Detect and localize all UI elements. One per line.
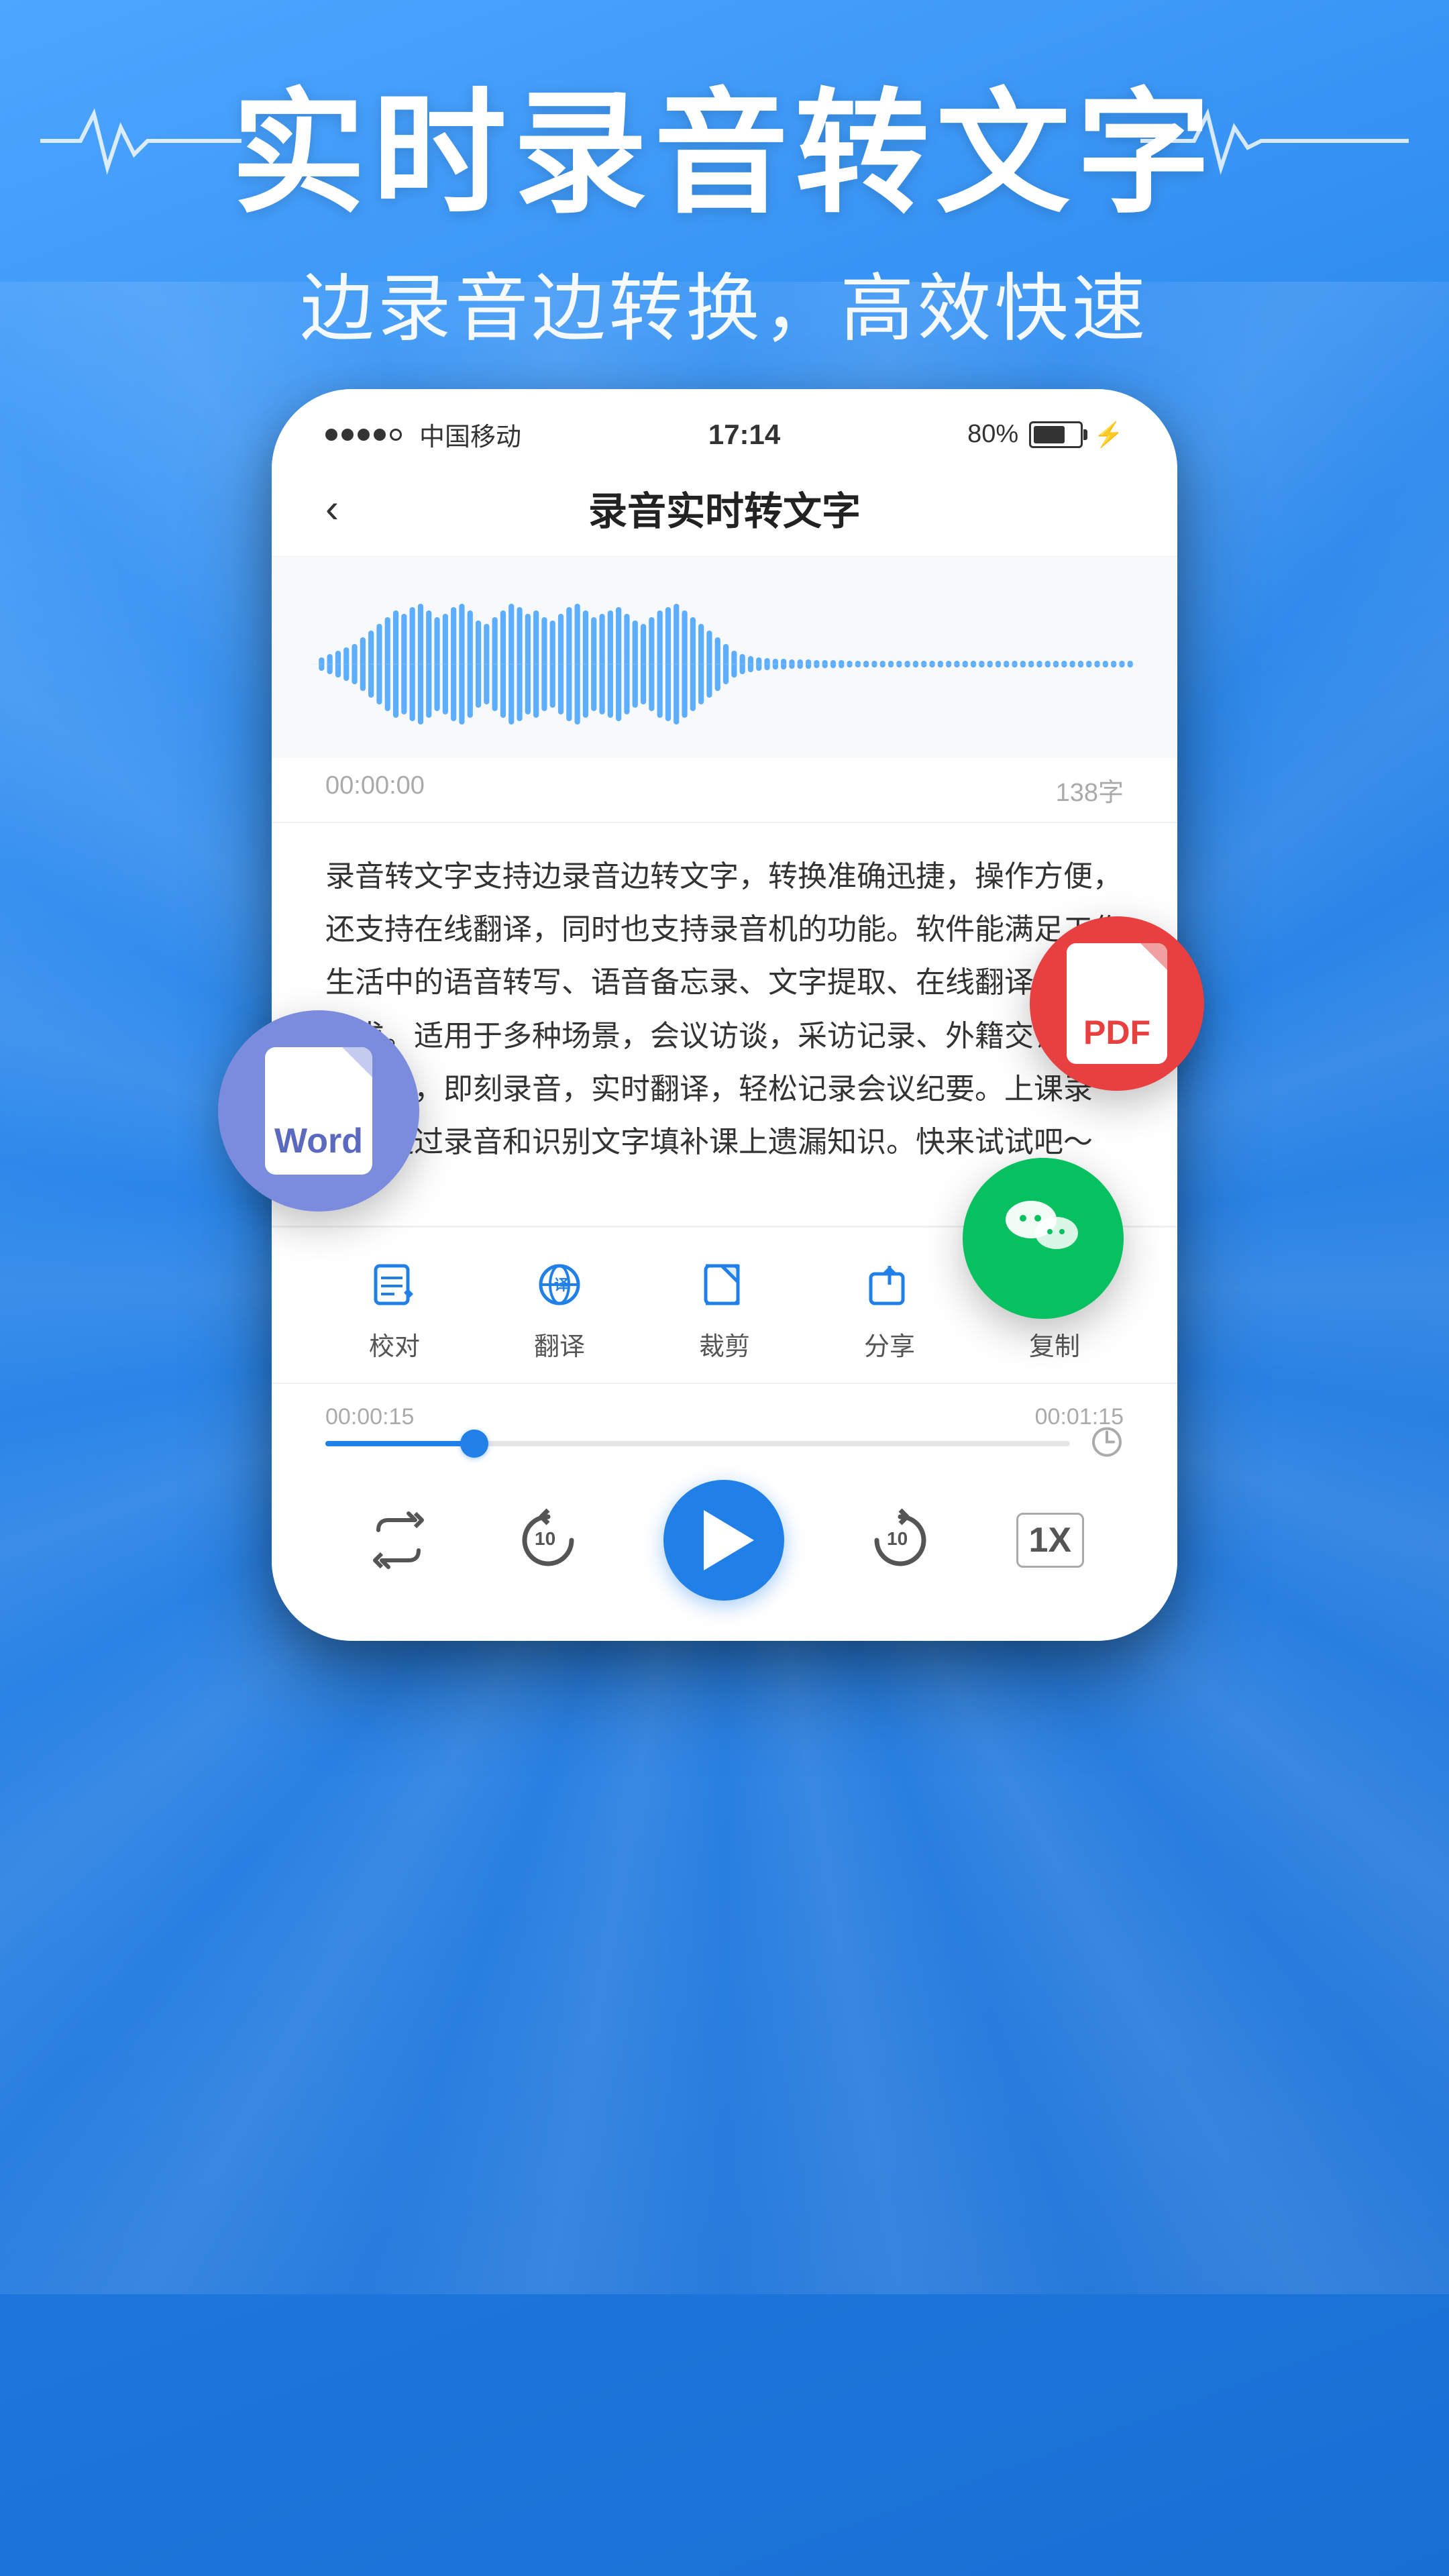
status-time: 17:14 bbox=[708, 419, 780, 451]
timestamp-display: 00:00:00 bbox=[325, 771, 425, 808]
signal-dot-5 bbox=[390, 429, 402, 441]
status-right: 80% ⚡ bbox=[967, 420, 1124, 449]
copy-label: 复制 bbox=[1029, 1326, 1080, 1362]
heartbeat-right-icon bbox=[1140, 101, 1409, 181]
time-count-bar: 00:00:00 138字 bbox=[272, 758, 1177, 822]
back10-button[interactable]: 10 bbox=[511, 1503, 585, 1577]
forward10-button[interactable]: 10 bbox=[863, 1503, 937, 1577]
signal-dot-3 bbox=[358, 429, 370, 441]
current-time: 00:00:15 bbox=[325, 1404, 414, 1430]
pdf-badge-label: PDF bbox=[1083, 1013, 1150, 1052]
subtitle: 边录音边转换，高效快速 bbox=[0, 248, 1449, 356]
svg-text:10: 10 bbox=[535, 1528, 555, 1549]
word-badge-label: Word bbox=[274, 1121, 363, 1161]
progress-bar[interactable] bbox=[325, 1441, 1070, 1446]
loop-icon[interactable] bbox=[1090, 1426, 1124, 1459]
cut-label: 裁剪 bbox=[699, 1326, 750, 1362]
battery-fill bbox=[1034, 426, 1065, 443]
signal-dot-2 bbox=[341, 429, 354, 441]
status-bar: 中国移动 17:14 80% ⚡ bbox=[272, 389, 1177, 466]
share-label: 分享 bbox=[864, 1326, 915, 1362]
repeat-button[interactable] bbox=[365, 1507, 432, 1574]
proofread-label: 校对 bbox=[369, 1326, 420, 1362]
transcript-text: 录音转文字支持边录音边转文字，转换准确迅捷，操作方便，还支持在线翻译，同时也支持… bbox=[325, 850, 1124, 1169]
nav-title: 录音实时转文字 bbox=[379, 480, 1070, 536]
carrier-label: 中国移动 bbox=[419, 416, 521, 453]
play-triangle-icon bbox=[704, 1510, 754, 1570]
signal-dots bbox=[325, 429, 402, 441]
tool-proofread[interactable]: 校对 bbox=[364, 1254, 425, 1362]
phone-mockup-container: 中国移动 17:14 80% ⚡ ‹ 录音实时转文字 bbox=[272, 389, 1177, 1641]
header-section: 实时录音转文字 边录音边转换，高效快速 bbox=[0, 0, 1449, 356]
nav-bar: ‹ 录音实时转文字 bbox=[272, 466, 1177, 557]
translate-icon: 译 bbox=[535, 1260, 584, 1309]
speed-label: 1X bbox=[1016, 1513, 1085, 1568]
progress-times: 00:00:15 00:01:15 bbox=[325, 1404, 1124, 1430]
proofread-icon-wrapper bbox=[364, 1254, 425, 1315]
cut-icon-wrapper bbox=[694, 1254, 755, 1315]
pdf-doc-icon: PDF bbox=[1067, 943, 1167, 1064]
translate-label: 翻译 bbox=[534, 1326, 585, 1362]
progress-area: 00:00:15 00:01:15 bbox=[272, 1384, 1177, 1460]
speed-button[interactable]: 1X bbox=[1016, 1513, 1085, 1568]
progress-thumb[interactable] bbox=[460, 1430, 488, 1458]
battery-icon bbox=[1029, 421, 1083, 448]
progress-fill bbox=[325, 1441, 474, 1446]
signal-dot-1 bbox=[325, 429, 337, 441]
tool-share[interactable]: 分享 bbox=[859, 1254, 920, 1362]
wechat-icon bbox=[996, 1181, 1090, 1297]
translate-icon-wrapper: 译 bbox=[529, 1254, 590, 1315]
pdf-badge[interactable]: PDF bbox=[1030, 916, 1204, 1091]
share-icon bbox=[865, 1260, 914, 1309]
forward10-icon: 10 bbox=[863, 1503, 937, 1577]
proofread-icon bbox=[370, 1260, 419, 1309]
back10-icon: 10 bbox=[511, 1503, 585, 1577]
waveform-visualization bbox=[312, 597, 1137, 731]
player-controls: 10 10 1X bbox=[272, 1460, 1177, 1641]
status-left: 中国移动 bbox=[325, 416, 521, 453]
word-count-display: 138字 bbox=[1056, 771, 1124, 808]
lightning-icon: ⚡ bbox=[1093, 421, 1124, 449]
play-button[interactable] bbox=[663, 1480, 784, 1601]
word-doc-icon: Word bbox=[265, 1047, 372, 1175]
cut-icon bbox=[700, 1260, 749, 1309]
svg-text:10: 10 bbox=[887, 1528, 908, 1549]
battery-percent: 80% bbox=[967, 420, 1018, 449]
heartbeat-left-icon bbox=[40, 101, 241, 181]
play-btn-circle bbox=[663, 1480, 784, 1601]
word-badge[interactable]: Word bbox=[218, 1010, 419, 1212]
svg-text:译: 译 bbox=[554, 1277, 570, 1293]
tool-cut[interactable]: 裁剪 bbox=[694, 1254, 755, 1362]
share-icon-wrapper bbox=[859, 1254, 920, 1315]
wechat-badge[interactable] bbox=[963, 1158, 1124, 1319]
tool-translate[interactable]: 译 翻译 bbox=[529, 1254, 590, 1362]
repeat-icon bbox=[365, 1507, 432, 1574]
waveform-area bbox=[272, 557, 1177, 758]
signal-dot-4 bbox=[374, 429, 386, 441]
back-button[interactable]: ‹ bbox=[325, 485, 379, 531]
